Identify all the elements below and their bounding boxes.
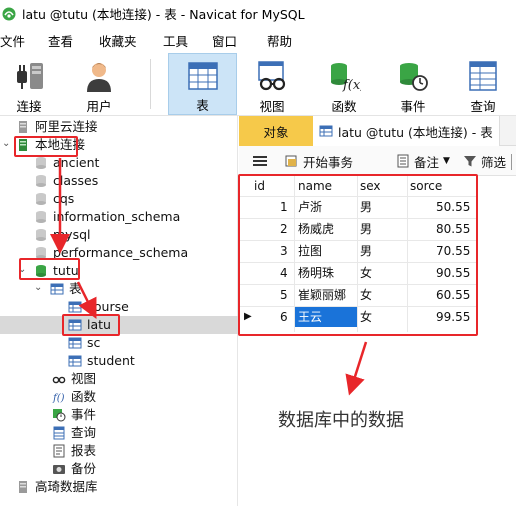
annotation-caption: 数据库中的数据 <box>278 410 404 431</box>
arrow-caption-icon <box>345 341 368 396</box>
annotation-arrows <box>50 158 368 396</box>
arrow-diagonal-icon <box>76 281 97 319</box>
